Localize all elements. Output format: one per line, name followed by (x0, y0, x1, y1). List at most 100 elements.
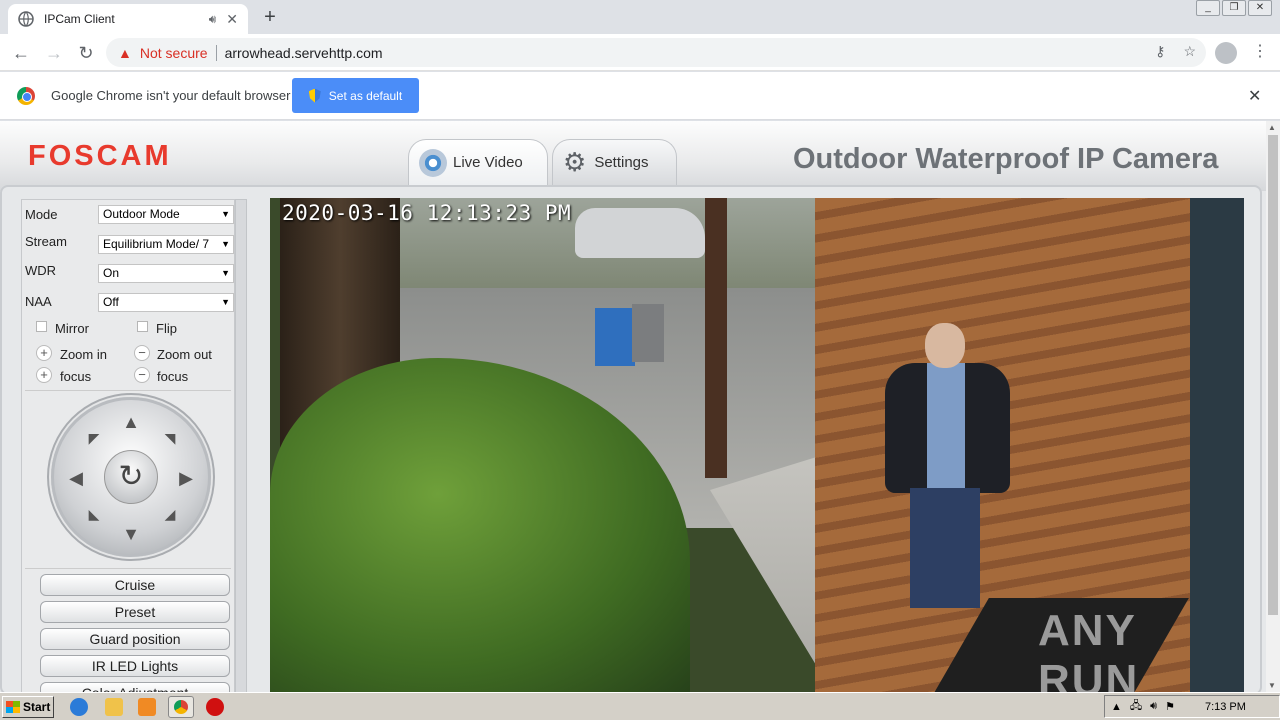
profile-avatar-icon[interactable] (1215, 42, 1237, 64)
ir-led-lights-button[interactable]: IR LED Lights (40, 655, 230, 677)
panel-scrollbar[interactable] (235, 199, 247, 692)
wdr-label: WDR (25, 263, 57, 278)
start-label: Start (23, 700, 51, 714)
shield-icon (308, 88, 321, 103)
action-center-flag-icon[interactable]: ⚑ (1165, 700, 1175, 713)
restore-icon[interactable]: ❐ (1222, 0, 1246, 16)
video-timestamp: 2020-03-16 12:13:23 PM (282, 201, 572, 225)
pan-down-left-arrow-icon[interactable]: ◣ (84, 506, 104, 523)
focus-in-plus-icon[interactable]: + (36, 367, 52, 383)
focus-out-minus-icon[interactable]: − (134, 367, 150, 383)
scroll-up-arrow-icon[interactable]: ▲ (1268, 123, 1276, 132)
camera-web-page: FOSCAM Live Video ⚙ Settings Outdoor Wat… (0, 121, 1266, 692)
speaker-icon[interactable]: 🔊︎ (209, 12, 217, 27)
preset-button[interactable]: Preset (40, 601, 230, 623)
scroll-down-arrow-icon[interactable]: ▼ (1268, 681, 1276, 690)
close-infobar-icon[interactable]: ✕ (1248, 86, 1261, 106)
wdr-select[interactable]: On (98, 264, 234, 283)
video-person-shirt (927, 363, 965, 493)
foscam-logo: FOSCAM (28, 140, 172, 172)
video-person (875, 323, 1015, 613)
set-default-button[interactable]: Set as default (292, 78, 419, 113)
mode-select[interactable]: Outdoor Mode (98, 205, 234, 224)
address-bar[interactable]: ▲ Not secure arrowhead.servehttp.com ⚷ ☆ (106, 38, 1206, 67)
guard-position-button[interactable]: Guard position (40, 628, 230, 650)
pan-down-arrow-icon[interactable]: ▼ (121, 524, 141, 545)
focus-in-label: focus (60, 369, 92, 384)
pan-left-arrow-icon[interactable]: ◀ (66, 468, 86, 489)
zoom-in-plus-icon[interactable]: + (36, 345, 52, 361)
pan-up-arrow-icon[interactable]: ▲ (121, 412, 141, 433)
camera-title: Outdoor Waterproof IP Camera (793, 143, 1219, 175)
browser-tab[interactable]: IPCam Client 🔊︎ ✕ (8, 4, 248, 34)
system-tray: ▲ 🖧︎ 🔊︎ ⚑ 7:13 PM (1104, 695, 1280, 718)
video-trash-bin (595, 308, 635, 366)
network-icon[interactable]: 🖧︎ (1130, 697, 1142, 716)
chrome-icon (174, 700, 188, 714)
cruise-button[interactable]: Cruise (40, 574, 230, 596)
pan-down-right-arrow-icon[interactable]: ◢ (160, 506, 180, 523)
mode-label: Mode (25, 207, 58, 222)
page-header: FOSCAM Live Video ⚙ Settings Outdoor Wat… (0, 121, 1266, 191)
naa-label: NAA (25, 294, 52, 309)
tab-strip: IPCam Client 🔊︎ ✕ + _ ❐ ✕ (0, 0, 1280, 34)
show-hidden-icons-icon[interactable]: ▲ (1111, 701, 1122, 713)
live-video-feed[interactable]: 2020-03-16 12:13:23 PM ANY RUN (270, 198, 1244, 692)
control-panel: Mode Outdoor Mode Stream Equilibrium Mod… (21, 199, 235, 692)
folder-icon[interactable] (105, 698, 123, 716)
video-person-head (925, 323, 965, 368)
stream-label: Stream (25, 234, 67, 249)
warning-icon: ▲ (118, 44, 132, 61)
tab-settings-label: Settings (594, 154, 649, 171)
focus-out-label: focus (157, 369, 189, 384)
ptz-control-wheel[interactable]: ▲ ▼ ◀ ▶ ◤ ◥ ◣ ◢ ↻ (51, 397, 211, 557)
url-text[interactable]: arrowhead.servehttp.com (225, 45, 383, 61)
chrome-taskbar-button[interactable] (168, 696, 194, 718)
divider (215, 44, 217, 61)
scroll-thumb[interactable] (1268, 135, 1278, 615)
reset-rotate-icon[interactable]: ↻ (104, 450, 158, 504)
zoom-in-label: Zoom in (60, 347, 107, 362)
pan-up-left-arrow-icon[interactable]: ◤ (84, 430, 104, 447)
media-player-icon[interactable] (138, 698, 156, 716)
menu-dots-icon[interactable]: ⋮ (1252, 41, 1268, 61)
pan-right-arrow-icon[interactable]: ▶ (176, 468, 196, 489)
color-adjustment-button[interactable]: Color Adjustment (40, 682, 230, 692)
infobar-message: Google Chrome isn't your default browser (51, 88, 291, 103)
default-browser-infobar: Google Chrome isn't your default browser… (0, 72, 1280, 120)
video-car (575, 208, 705, 258)
tab-title: IPCam Client (44, 12, 115, 26)
zoom-out-minus-icon[interactable]: − (134, 345, 150, 361)
internet-explorer-icon[interactable] (70, 698, 88, 716)
security-status[interactable]: Not secure (140, 45, 208, 61)
start-button[interactable]: Start (2, 696, 54, 718)
volume-icon[interactable]: 🔊︎ (1150, 700, 1157, 713)
settings-gear-icon: ⚙ (563, 147, 587, 177)
forward-arrow-icon[interactable]: → (43, 42, 65, 64)
tab-live-video[interactable]: Live Video (408, 139, 548, 185)
chrome-logo-icon (17, 87, 35, 105)
minimize-icon[interactable]: _ (1196, 0, 1220, 16)
clock[interactable]: 7:13 PM (1205, 701, 1246, 713)
flip-checkbox[interactable] (137, 321, 148, 332)
page-scrollbar[interactable]: ▲ ▼ (1266, 121, 1280, 692)
back-arrow-icon[interactable]: ← (10, 42, 32, 64)
divider (25, 390, 231, 391)
close-window-icon[interactable]: ✕ (1248, 0, 1272, 16)
zoom-out-label: Zoom out (157, 347, 212, 362)
mirror-checkbox[interactable] (36, 321, 47, 332)
tab-settings[interactable]: ⚙ Settings (552, 139, 677, 185)
video-person-jeans (910, 488, 980, 608)
windows-taskbar: Start ▲ 🖧︎ 🔊︎ ⚑ 7:13 PM (0, 692, 1280, 720)
stop-icon[interactable] (206, 698, 224, 716)
reload-icon[interactable]: ↻ (75, 42, 97, 64)
key-icon[interactable]: ⚷ (1155, 43, 1165, 60)
tab-live-video-label: Live Video (453, 154, 523, 171)
star-icon[interactable]: ☆ (1183, 43, 1196, 60)
naa-select[interactable]: Off (98, 293, 234, 312)
new-tab-button[interactable]: + (259, 6, 281, 28)
close-tab-icon[interactable]: ✕ (226, 11, 238, 28)
stream-select[interactable]: Equilibrium Mode/ 7 (98, 235, 234, 254)
pan-up-right-arrow-icon[interactable]: ◥ (160, 430, 180, 447)
divider (25, 568, 231, 569)
